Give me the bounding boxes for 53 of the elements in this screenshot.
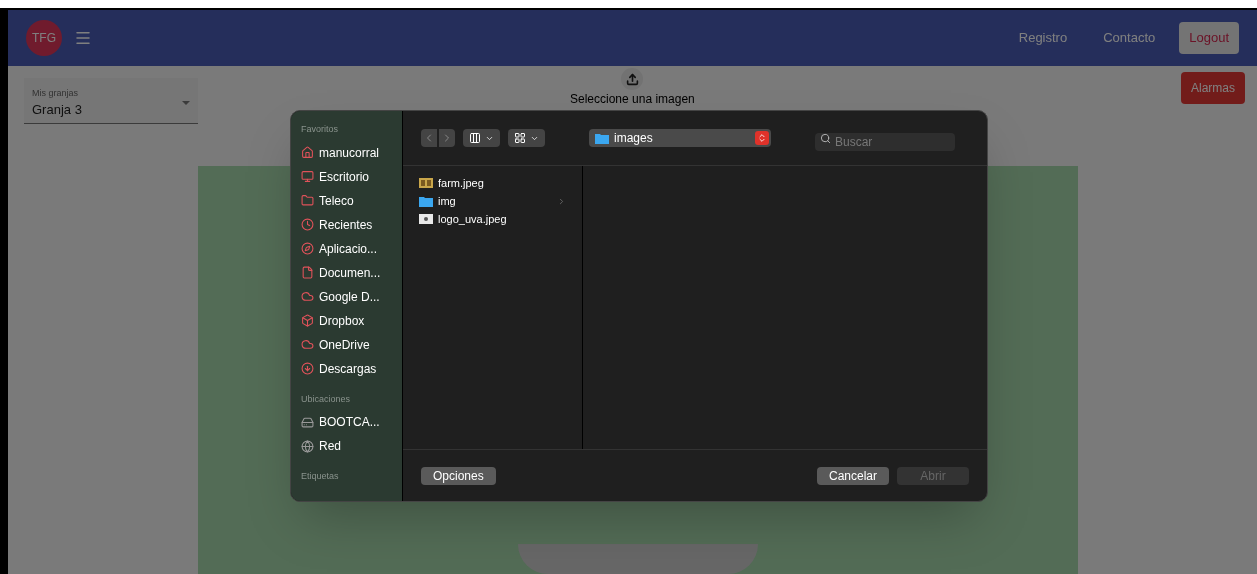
field-label: Mis granjas — [32, 86, 79, 100]
group-button[interactable] — [508, 129, 545, 147]
sidebar-item[interactable]: Dropbox — [301, 308, 392, 333]
options-button[interactable]: Opciones — [421, 466, 496, 485]
cloud-icon — [301, 290, 314, 303]
up-down-icon — [757, 133, 767, 143]
search-field[interactable]: Buscar — [815, 133, 955, 151]
home-icon — [301, 146, 314, 159]
sidebar-heading: Ubicaciones — [301, 392, 352, 406]
folder-icon — [595, 132, 609, 144]
sidebar-item[interactable]: Teleco — [301, 188, 392, 213]
clock-icon — [301, 218, 314, 231]
sidebar-item[interactable]: Descargas — [301, 356, 392, 381]
file-item[interactable]: farm.jpeg — [419, 174, 566, 192]
download-icon — [301, 362, 314, 375]
sidebar-item[interactable]: Recientes — [301, 212, 392, 237]
chevron-icon — [557, 196, 566, 206]
upload-label: Seleccione una imagen — [570, 93, 695, 105]
drive-icon — [301, 415, 314, 429]
search-icon — [820, 133, 831, 144]
compass-icon — [301, 242, 314, 255]
sidebar-item[interactable]: OneDrive — [301, 332, 392, 357]
dropdown-arrow-icon — [182, 101, 190, 105]
sidebar-item[interactable]: Aplicacio... — [301, 236, 392, 261]
sidebar-heading: Etiquetas — [301, 470, 340, 483]
farm-select[interactable]: Mis granjas Granja 3 — [24, 78, 198, 124]
image-file-icon — [419, 178, 433, 188]
sidebar-item[interactable]: BOOTCA... — [301, 410, 392, 434]
view-mode-button[interactable] — [463, 129, 500, 147]
folder-icon — [301, 194, 314, 207]
sidebar-item[interactable]: Documen... — [301, 260, 392, 285]
cancel-button[interactable]: Cancelar — [816, 466, 889, 485]
field-value: Granja 3 — [32, 101, 83, 119]
file-item[interactable]: img — [419, 192, 566, 210]
sidebar-item[interactable]: manucorral — [301, 140, 392, 165]
box-icon — [301, 314, 314, 327]
menu-icon[interactable] — [74, 29, 92, 47]
sidebar-item[interactable]: Google D... — [301, 284, 392, 309]
grid-icon — [514, 132, 526, 144]
cloud-icon — [301, 338, 314, 351]
upload-button[interactable] — [621, 68, 644, 90]
upload-icon — [625, 72, 639, 86]
image-file-icon — [419, 214, 433, 224]
location-select[interactable]: images — [589, 129, 771, 147]
globe-icon — [301, 439, 314, 453]
sidebar-item[interactable]: Escritorio — [301, 164, 392, 189]
columns-icon — [469, 132, 481, 144]
monitor-icon — [301, 170, 314, 183]
file-item[interactable]: logo_uva.jpeg — [419, 210, 566, 228]
document-icon — [301, 266, 314, 279]
sidebar-item[interactable]: Red — [301, 434, 392, 458]
folder-icon — [419, 195, 433, 207]
sidebar-heading: Favoritos — [301, 123, 339, 136]
